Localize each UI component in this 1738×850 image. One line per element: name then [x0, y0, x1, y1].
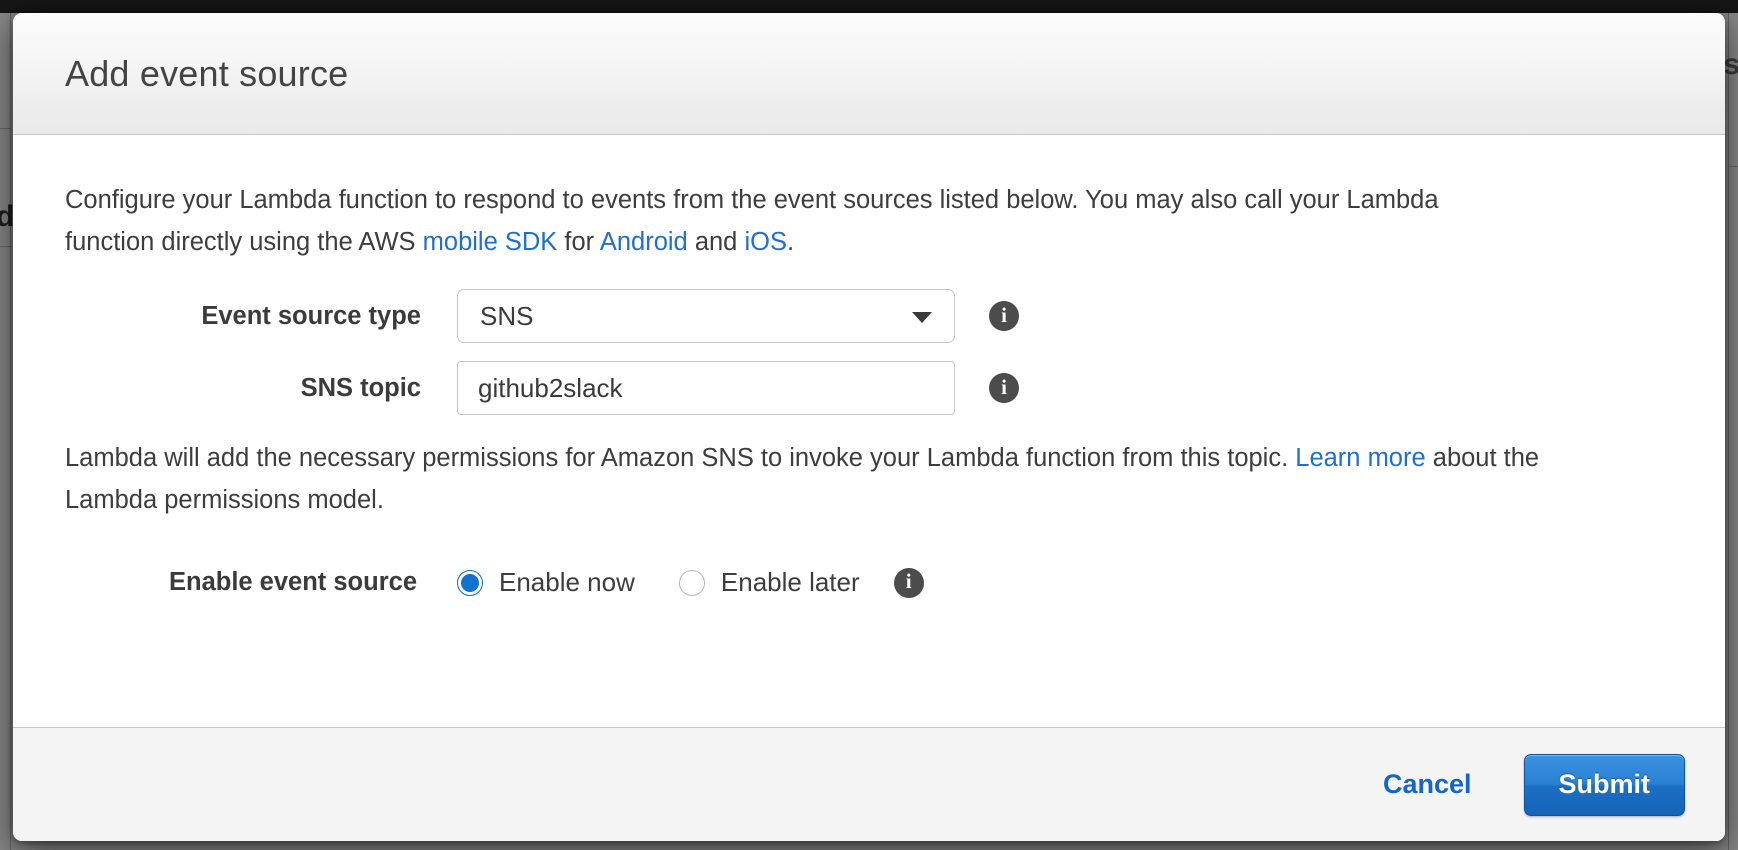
dialog-footer: Cancel Submit — [13, 727, 1725, 841]
background-vertical-rule-left — [10, 13, 11, 850]
intro-text-part3: and — [687, 228, 745, 256]
radio-enable-now[interactable]: Enable now — [457, 567, 635, 598]
chevron-down-icon — [912, 312, 932, 323]
radio-label-enable-now: Enable now — [499, 567, 635, 597]
info-icon-glyph-1: i — [1001, 302, 1007, 327]
learn-more-link[interactable]: Learn more — [1295, 444, 1425, 472]
intro-text-part2: for — [557, 228, 600, 256]
info-icon-sns-topic[interactable]: i — [989, 373, 1019, 403]
background-rule-1 — [0, 128, 11, 129]
event-source-type-select[interactable]: SNS — [457, 289, 955, 343]
background-rule-3 — [1729, 166, 1738, 167]
background-text-fragment-right: s — [1723, 48, 1738, 81]
radio-dot-enable-now[interactable] — [457, 569, 483, 596]
sns-topic-row: SNS topic i — [65, 361, 1673, 415]
intro-text-part4: . — [786, 228, 795, 256]
info-icon-event-source-type[interactable]: i — [989, 301, 1019, 331]
dialog-body: Configure your Lambda function to respon… — [13, 135, 1725, 727]
radio-dot-enable-later[interactable] — [678, 569, 705, 596]
sns-topic-input[interactable] — [457, 361, 955, 415]
radio-enable-later[interactable]: Enable later — [678, 567, 860, 598]
submit-button[interactable]: Submit — [1523, 753, 1685, 816]
dialog-header: Add event source — [13, 13, 1725, 135]
sns-topic-label: SNS topic — [300, 373, 421, 402]
info-icon-enable-event-source[interactable]: i — [893, 567, 924, 598]
permissions-paragraph: Lambda will add the necessary permission… — [65, 437, 1565, 521]
ios-link[interactable]: iOS — [744, 228, 787, 256]
page-title: Add event source — [65, 52, 349, 94]
enable-event-source-label: Enable event source — [168, 568, 417, 596]
browser-top-bar — [0, 0, 1738, 13]
enable-event-source-row: Enable event source Enable now Enable la… — [65, 567, 1673, 598]
background-vertical-rule-right — [1728, 13, 1729, 850]
event-source-type-value: SNS — [480, 300, 534, 331]
android-link[interactable]: Android — [600, 228, 688, 256]
add-event-source-dialog: Add event source Configure your Lambda f… — [13, 13, 1725, 841]
permissions-text-part1: Lambda will add the necessary permission… — [65, 444, 1296, 472]
info-icon-glyph-2: i — [1001, 374, 1007, 399]
intro-paragraph: Configure your Lambda function to respon… — [65, 179, 1525, 263]
radio-label-enable-later: Enable later — [720, 567, 860, 597]
event-source-type-row: Event source type SNS i — [65, 289, 1673, 343]
mobile-sdk-link[interactable]: mobile SDK — [423, 228, 558, 256]
cancel-button[interactable]: Cancel — [1369, 759, 1486, 810]
info-icon-glyph-3: i — [905, 569, 912, 593]
event-source-type-label: Event source type — [201, 301, 421, 330]
background-rule-2 — [0, 246, 11, 247]
